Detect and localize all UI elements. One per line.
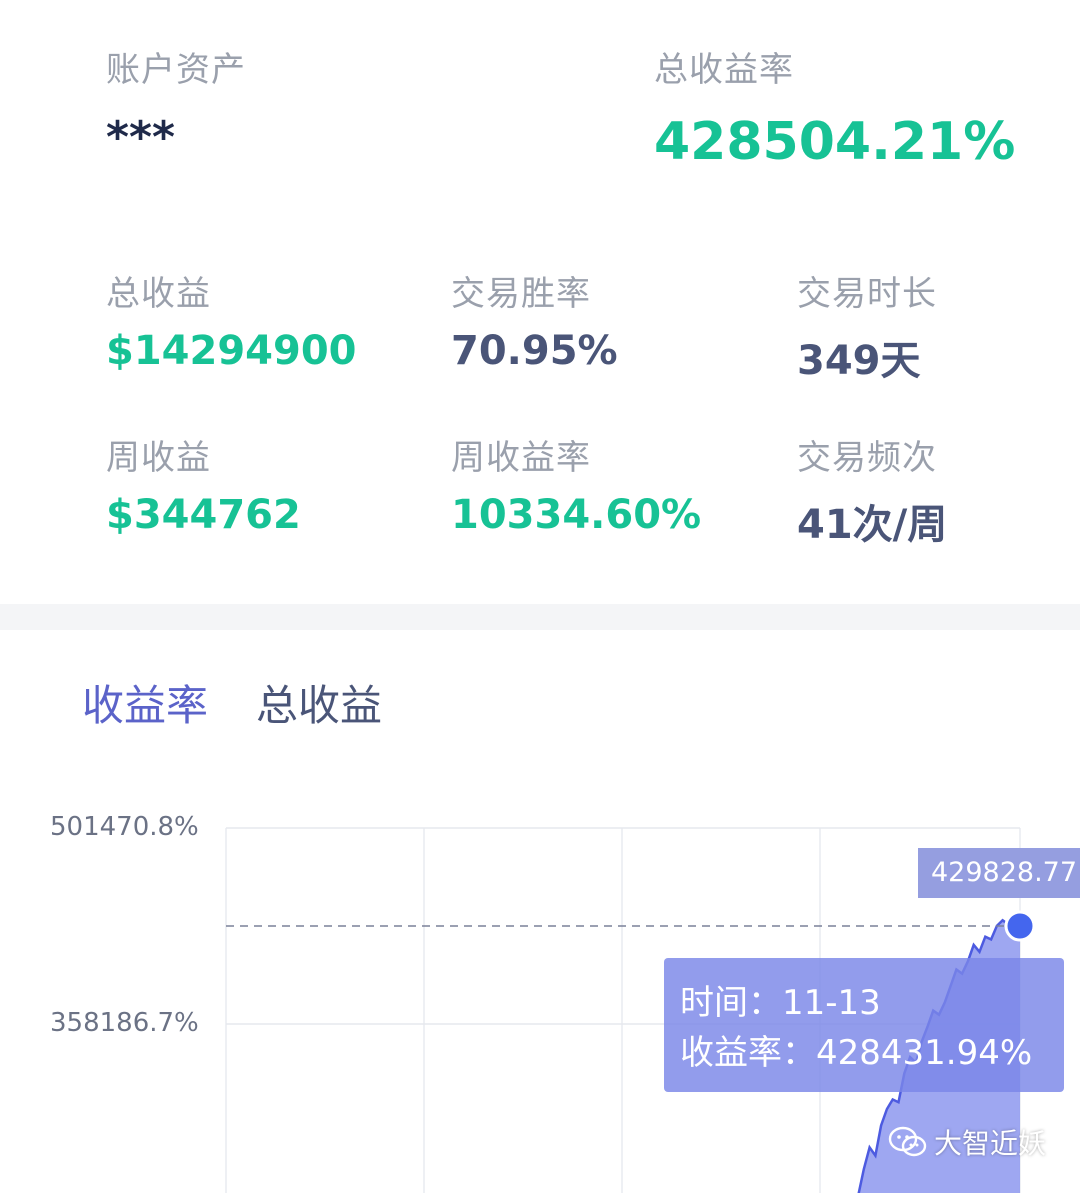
trading-duration-value: 349天 bbox=[797, 338, 921, 384]
total-profit-value: $14294900 bbox=[106, 328, 357, 374]
tooltip-time: 时间：11-13 bbox=[680, 983, 881, 1023]
win-rate-label: 交易胜率 bbox=[451, 274, 591, 314]
weekly-profit-value: $344762 bbox=[106, 492, 301, 538]
watermark: 大智近妖 bbox=[888, 1122, 1046, 1162]
current-value-badge: 429828.77 bbox=[918, 848, 1080, 898]
weekly-profit-label: 周收益 bbox=[106, 438, 211, 478]
total-return-rate-label: 总收益率 bbox=[654, 50, 794, 90]
total-return-rate-value: 428504.21% bbox=[654, 112, 1016, 172]
weekly-return-rate-value: 10334.60% bbox=[451, 492, 702, 538]
trade-frequency-label: 交易频次 bbox=[797, 438, 937, 478]
trade-frequency-value: 41次/周 bbox=[797, 502, 948, 548]
section-divider bbox=[0, 604, 1080, 630]
tooltip-rate: 收益率：428431.94% bbox=[680, 1033, 1033, 1073]
watermark-text: 大智近妖 bbox=[934, 1127, 1047, 1160]
win-rate-value: 70.95% bbox=[451, 328, 618, 374]
trading-duration-label: 交易时长 bbox=[797, 274, 937, 314]
tab-return-rate[interactable]: 收益率 bbox=[82, 672, 208, 733]
wechat-icon bbox=[888, 1126, 927, 1157]
account-assets-value: *** bbox=[106, 112, 176, 163]
chart-tooltip: 时间：11-13 收益率：428431.94% bbox=[664, 958, 1064, 1092]
tab-total-profit[interactable]: 总收益 bbox=[256, 672, 382, 733]
weekly-return-rate-label: 周收益率 bbox=[451, 438, 591, 478]
total-profit-label: 总收益 bbox=[106, 274, 211, 314]
highlighted-point[interactable] bbox=[1004, 910, 1036, 942]
account-assets-label: 账户资产 bbox=[106, 50, 246, 90]
